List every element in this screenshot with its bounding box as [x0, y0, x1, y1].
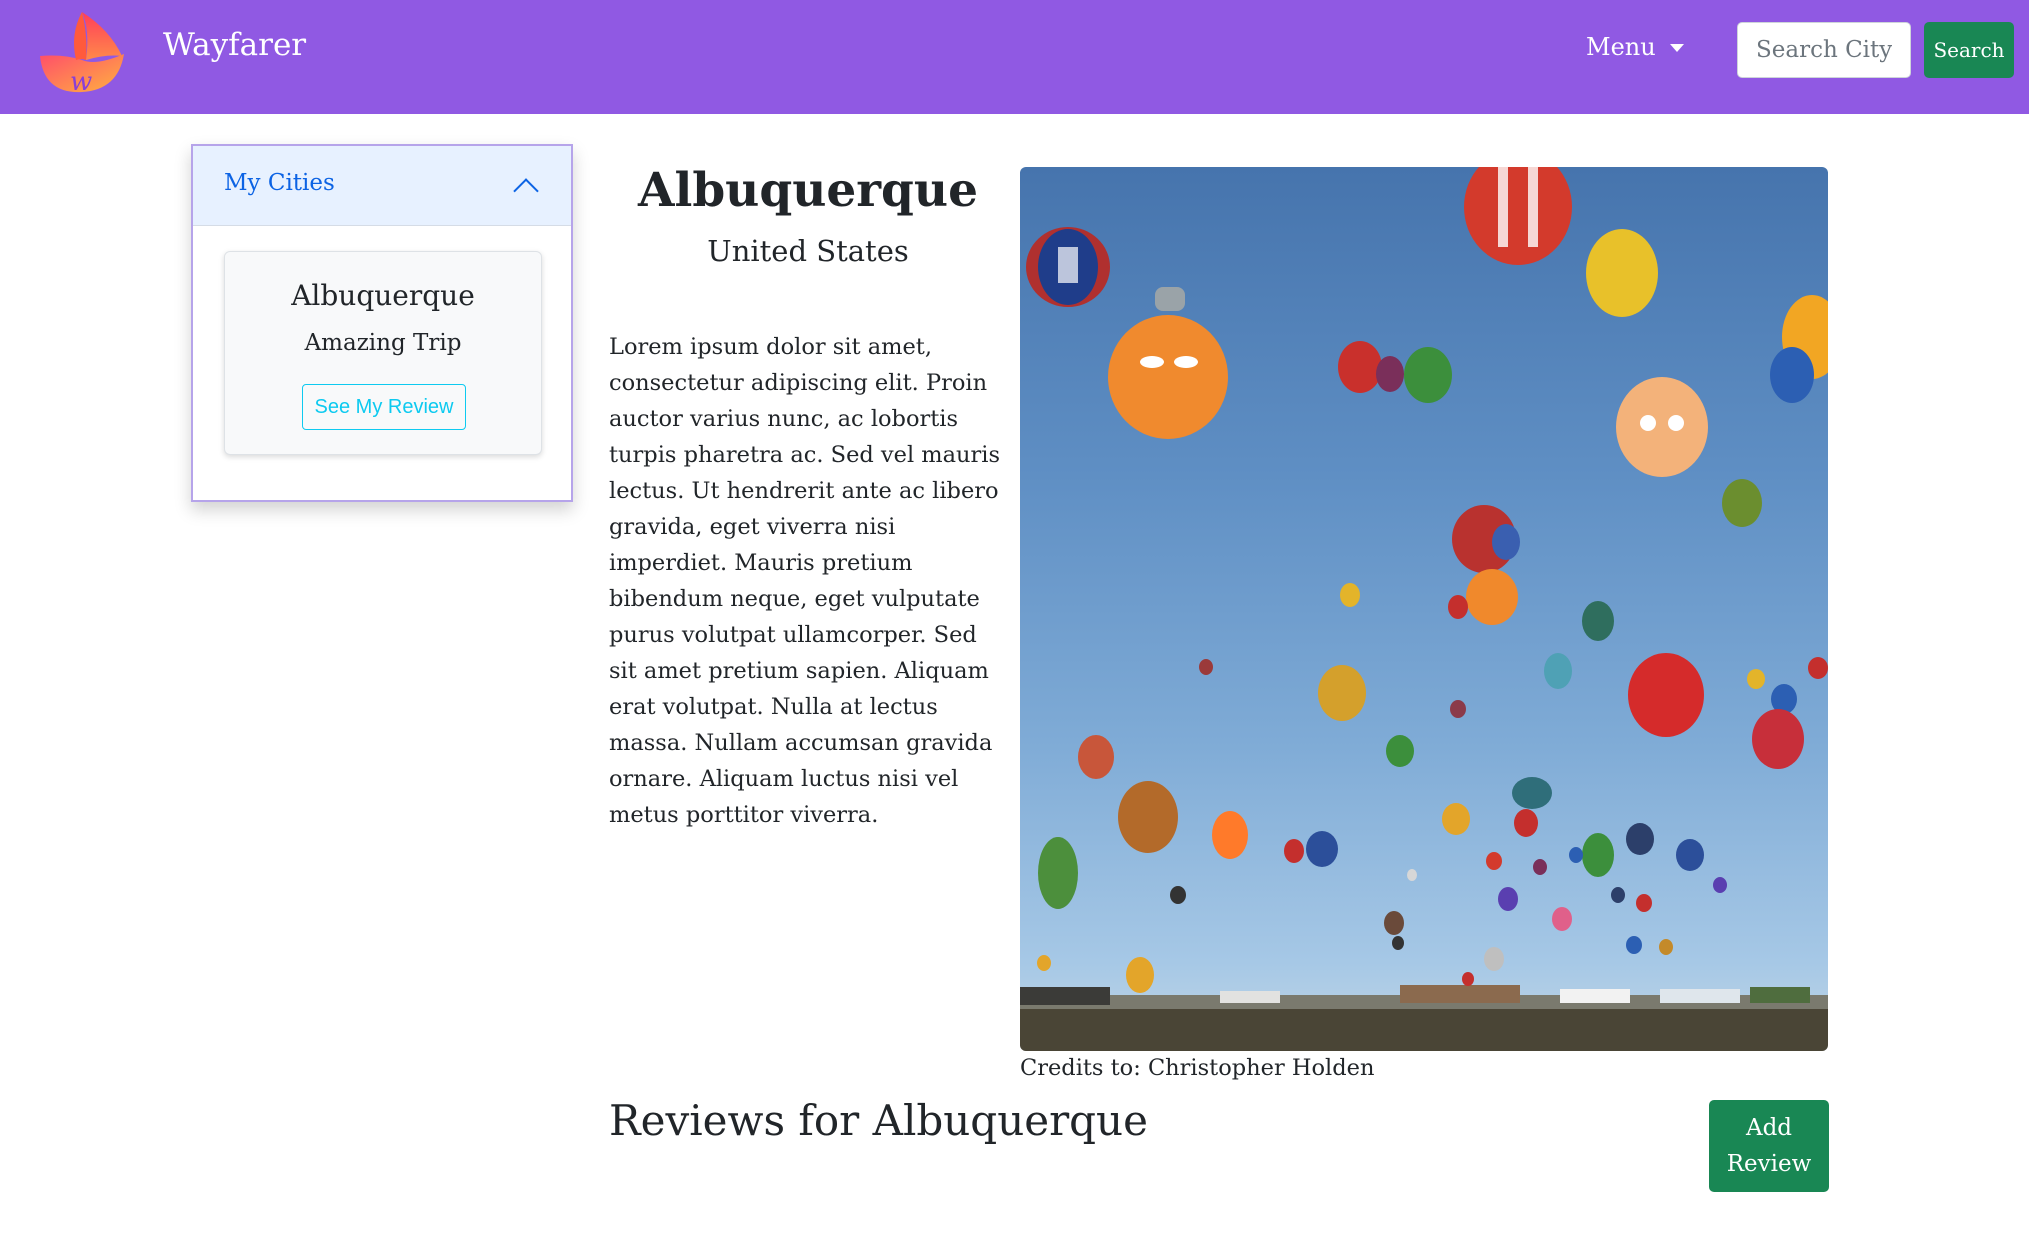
- search-city-input[interactable]: [1737, 22, 1911, 78]
- accordion-header[interactable]: My Cities: [193, 146, 571, 226]
- city-country: United States: [707, 234, 909, 268]
- brand-name[interactable]: Wayfarer: [163, 27, 306, 63]
- menu-dropdown[interactable]: Menu: [1586, 33, 1684, 61]
- photo-credits: Credits to: Christopher Holden: [1020, 1055, 1375, 1081]
- accordion-title: My Cities: [224, 170, 335, 196]
- search-button[interactable]: Search: [1924, 22, 2014, 78]
- reviews-heading: Reviews for Albuquerque: [609, 1096, 1148, 1145]
- add-review-button[interactable]: Add Review: [1709, 1100, 1829, 1192]
- city-card: Albuquerque Amazing Trip See My Review: [224, 251, 542, 455]
- my-cities-accordion: My Cities Albuquerque Amazing Trip See M…: [191, 144, 573, 502]
- svg-text:w: w: [70, 67, 92, 96]
- caret-down-icon: [1669, 44, 1684, 52]
- city-description: Lorem ipsum dolor sit amet, consectetur …: [609, 334, 1001, 828]
- navbar: w Wayfarer Menu Search: [0, 0, 2029, 114]
- card-subtitle: Amazing Trip: [304, 330, 462, 356]
- chevron-up-icon: [513, 178, 539, 204]
- city-photo: [1020, 167, 1828, 1051]
- card-city-name: Albuquerque: [291, 279, 475, 312]
- balloon-scene-image: [1020, 167, 1828, 1051]
- see-my-review-button[interactable]: See My Review: [302, 384, 466, 430]
- wayfarer-logo-icon[interactable]: w: [36, 8, 128, 97]
- city-title: Albuquerque: [638, 163, 978, 218]
- menu-label: Menu: [1586, 33, 1656, 61]
